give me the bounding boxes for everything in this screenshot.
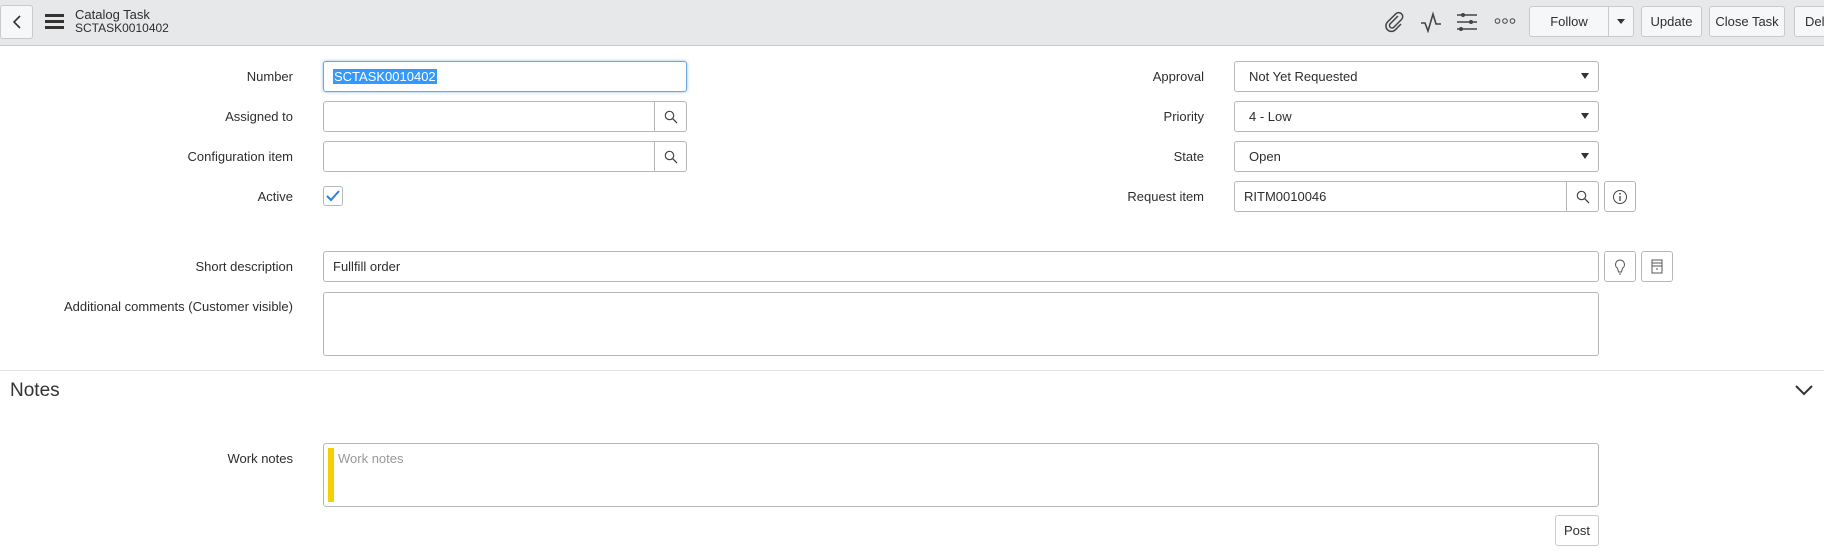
- work-notes-textarea[interactable]: Work notes: [323, 443, 1599, 507]
- additional-comments-label: Additional comments (Customer visible): [63, 299, 293, 314]
- search-icon: [664, 150, 677, 163]
- suggestion-button[interactable]: [1604, 251, 1636, 282]
- priority-value: 4 - Low: [1249, 109, 1292, 124]
- search-icon: [664, 110, 677, 123]
- archive-icon: [1651, 259, 1663, 274]
- request-item-label: Request item: [1127, 189, 1204, 204]
- approval-label: Approval: [1152, 69, 1204, 84]
- more-options-icon[interactable]: [1494, 15, 1516, 30]
- configuration-item-field[interactable]: [323, 141, 687, 172]
- request-item-value: RITM0010046: [1244, 189, 1327, 204]
- assigned-to-field[interactable]: [323, 101, 687, 132]
- lightbulb-icon: [1615, 258, 1625, 274]
- collapse-chevron-icon[interactable]: [1794, 383, 1814, 400]
- assigned-to-label: Assigned to: [225, 109, 293, 124]
- delete-button[interactable]: Dele: [1794, 6, 1824, 37]
- short-description-field[interactable]: Fullfill order: [323, 251, 1599, 282]
- priority-select[interactable]: 4 - Low: [1234, 101, 1599, 132]
- priority-label: Priority: [1163, 109, 1204, 124]
- notes-section-title: Notes: [10, 380, 60, 401]
- back-button[interactable]: [0, 5, 33, 39]
- checkmark-icon: [326, 190, 340, 202]
- additional-comments-textarea[interactable]: [323, 292, 1599, 356]
- work-notes-placeholder: Work notes: [338, 451, 404, 466]
- configuration-item-lookup-button[interactable]: [654, 142, 686, 171]
- post-button[interactable]: Post: [1555, 515, 1599, 546]
- short-description-label: Short description: [195, 259, 293, 274]
- activity-icon[interactable]: [1420, 11, 1444, 36]
- number-label: Number: [246, 69, 293, 84]
- caret-down-icon: [1581, 113, 1589, 119]
- request-item-field[interactable]: RITM0010046: [1234, 181, 1599, 212]
- record-title: Catalog Task: [75, 7, 150, 22]
- request-item-info-button[interactable]: [1604, 181, 1636, 212]
- number-value: SCTASK0010402: [333, 69, 437, 84]
- work-notes-indicator-bar: [328, 448, 334, 502]
- number-field[interactable]: SCTASK0010402: [323, 61, 687, 92]
- sliders-icon[interactable]: [1456, 11, 1478, 36]
- configuration-item-label: Configuration item: [187, 149, 294, 164]
- state-select[interactable]: Open: [1234, 141, 1599, 172]
- section-divider: [0, 370, 1824, 371]
- assigned-to-lookup-button[interactable]: [654, 102, 686, 131]
- state-label: State: [1173, 149, 1204, 164]
- paperclip-icon[interactable]: [1383, 11, 1405, 36]
- template-button[interactable]: [1641, 251, 1673, 282]
- record-number: SCTASK0010402: [75, 21, 169, 35]
- state-value: Open: [1249, 149, 1281, 164]
- short-description-value: Fullfill order: [333, 259, 401, 274]
- info-icon: [1613, 189, 1627, 204]
- follow-dropdown-button[interactable]: [1608, 6, 1634, 37]
- work-notes-label: Work notes: [227, 451, 293, 466]
- approval-value: Not Yet Requested: [1249, 69, 1358, 84]
- update-button[interactable]: Update: [1641, 6, 1702, 37]
- caret-down-icon: [1617, 19, 1625, 24]
- chevron-left-icon: [12, 15, 21, 29]
- approval-select[interactable]: Not Yet Requested: [1234, 61, 1599, 92]
- menu-icon[interactable]: [45, 14, 64, 30]
- follow-button[interactable]: Follow: [1529, 6, 1609, 37]
- active-checkbox[interactable]: [323, 186, 343, 206]
- close-task-button[interactable]: Close Task: [1709, 6, 1785, 37]
- caret-down-icon: [1581, 73, 1589, 79]
- request-item-lookup-button[interactable]: [1566, 182, 1598, 211]
- caret-down-icon: [1581, 153, 1589, 159]
- search-icon: [1576, 190, 1589, 203]
- active-label: Active: [257, 189, 293, 204]
- form-header: Catalog Task SCTASK0010402 Follow Update…: [0, 0, 1824, 46]
